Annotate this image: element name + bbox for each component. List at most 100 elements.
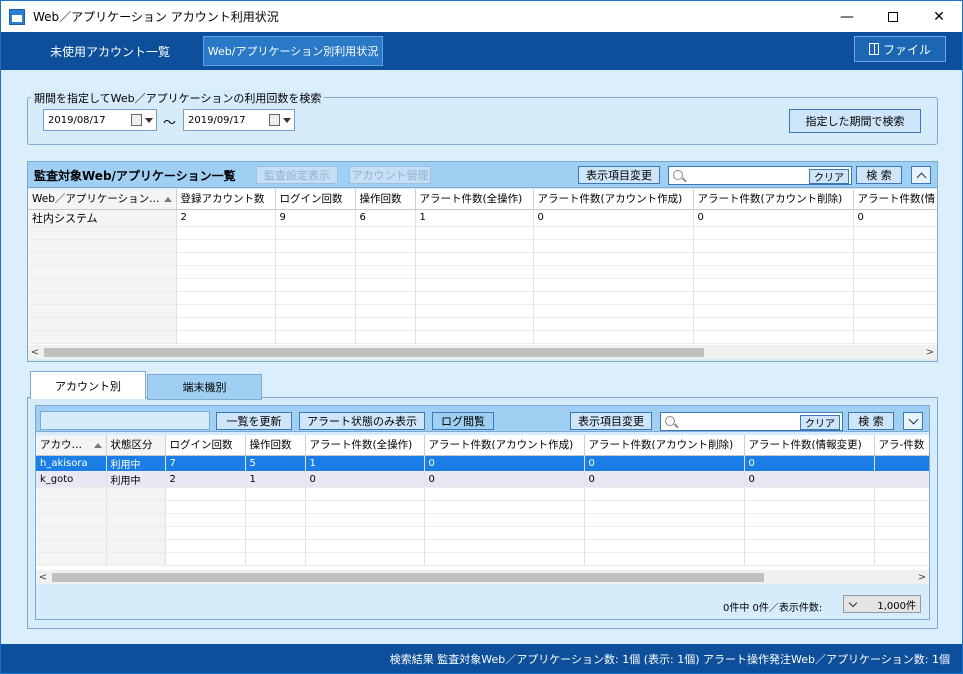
empty-row <box>28 278 937 292</box>
file-button-label: ファイル <box>882 42 931 57</box>
search-icon <box>665 416 675 426</box>
table-cell: 0 <box>853 209 937 227</box>
close-button[interactable]: ✕ <box>916 1 962 32</box>
period-legend: 期間を指定してWeb／アプリケーションの利用回数を検索 <box>31 90 325 106</box>
dropdown-arrow-icon[interactable] <box>145 118 153 123</box>
column-header[interactable]: 操作回数 <box>355 189 416 210</box>
table-cell: 6 <box>355 209 416 227</box>
dropdown-arrow-icon[interactable] <box>283 118 291 123</box>
column-header[interactable]: アラート件数(アカウント作成) <box>424 435 585 456</box>
alert-only-button[interactable]: アラート状態のみ表示 <box>299 412 425 430</box>
account-management-button[interactable]: アカウント管理 <box>349 166 431 184</box>
column-header[interactable]: アラート件数(アカウント作成) <box>533 189 694 210</box>
column-header[interactable]: アラ-件数 <box>874 435 929 456</box>
column-settings-button[interactable]: 表示項目変更 <box>570 412 652 430</box>
account-filter-input[interactable] <box>40 411 210 430</box>
tab-unused-accounts[interactable]: 未使用アカウント一覧 <box>35 36 185 66</box>
close-icon: ✕ <box>933 8 945 25</box>
period-search-button[interactable]: 指定した期間で検索 <box>789 109 921 133</box>
maximize-icon <box>888 11 898 22</box>
table-cell: 2 <box>176 209 276 227</box>
table-cell: 0 <box>584 471 745 488</box>
column-header[interactable]: Web／アプリケーション… <box>28 189 177 210</box>
account-grid-body: アカウ… 状態区分 ログイン回数 操作回数 アラート件数(全操作) アラート件数… <box>36 435 929 570</box>
chevron-up-icon <box>916 172 926 182</box>
maximize-button[interactable] <box>870 1 916 32</box>
window-title: Web／アプリケーション アカウント利用状況 <box>33 10 279 24</box>
table-cell: 0 <box>424 455 585 472</box>
table-row[interactable]: 社内システム 2 9 6 1 0 0 0 <box>28 209 937 227</box>
empty-row <box>28 330 937 344</box>
file-menu-button[interactable]: ファイル <box>854 36 946 62</box>
column-header[interactable]: 操作回数 <box>245 435 306 456</box>
column-header[interactable]: アラート件数(情 <box>853 189 937 210</box>
refresh-list-button[interactable]: 一覧を更新 <box>216 412 292 430</box>
scrollbar-thumb[interactable] <box>52 573 764 582</box>
log-view-button[interactable]: ログ閲覧 <box>432 412 494 430</box>
account-search-input[interactable]: クリア <box>660 412 843 431</box>
scroll-right-icon[interactable]: > <box>915 570 929 584</box>
table-cell: 0 <box>533 209 694 227</box>
table-cell: k_goto <box>36 471 107 488</box>
date-to-value: 2019/09/17 <box>188 114 246 126</box>
tab-by-terminal[interactable]: 端末機別 <box>147 374 262 400</box>
tab-app-usage[interactable]: Web/アプリケーション別利用状況 <box>203 36 383 66</box>
table-cell: 社内システム <box>28 209 177 227</box>
table-cell: 7 <box>165 455 246 472</box>
empty-row <box>28 291 937 305</box>
account-grid-hscrollbar[interactable]: < > <box>36 570 929 584</box>
calendar-icon[interactable] <box>269 114 280 126</box>
empty-row <box>36 552 929 566</box>
table-cell: 0 <box>305 471 425 488</box>
column-header[interactable]: ログイン回数 <box>275 189 356 210</box>
audit-settings-button[interactable]: 監査設定表示 <box>256 166 338 184</box>
column-header[interactable]: アラート件数(アカウント削除) <box>693 189 854 210</box>
clear-button[interactable]: クリア <box>809 169 849 184</box>
column-header[interactable]: アラート件数(全操作) <box>305 435 425 456</box>
table-cell: 0 <box>744 455 875 472</box>
calendar-icon[interactable] <box>131 114 142 126</box>
empty-row <box>28 317 937 331</box>
sort-asc-icon <box>163 197 172 203</box>
per-page-select[interactable]: 1,000件 <box>843 595 921 613</box>
table-cell: 5 <box>245 455 306 472</box>
app-grid-body: Web／アプリケーション… 登録アカウント数 ログイン回数 操作回数 アラート件… <box>28 189 937 345</box>
table-cell: 利用中 <box>106 471 166 488</box>
column-header[interactable]: アラート件数(情報変更) <box>744 435 875 456</box>
scroll-left-icon[interactable]: < <box>36 570 50 584</box>
date-to-field[interactable]: 2019/09/17 <box>183 109 295 131</box>
search-button[interactable]: 検 索 <box>856 166 902 184</box>
chevron-down-icon <box>848 598 858 608</box>
column-settings-button[interactable]: 表示項目変更 <box>578 166 660 184</box>
empty-row <box>28 252 937 266</box>
table-cell <box>874 471 929 488</box>
scrollbar-thumb[interactable] <box>44 348 704 357</box>
table-row[interactable]: h_akisora 利用中 7 5 1 0 0 0 <box>36 455 929 472</box>
clear-button[interactable]: クリア <box>800 415 840 430</box>
date-from-field[interactable]: 2019/08/17 <box>43 109 157 131</box>
app-search-input[interactable]: クリア <box>668 166 852 185</box>
per-page-value: 1,000件 <box>877 600 916 612</box>
column-header[interactable]: アラート件数(全操作) <box>415 189 534 210</box>
column-header[interactable]: ログイン回数 <box>165 435 246 456</box>
app-grid: Web／アプリケーション… 登録アカウント数 ログイン回数 操作回数 アラート件… <box>28 189 937 344</box>
column-header[interactable]: アカウ… <box>36 435 107 456</box>
column-header[interactable]: アラート件数(アカウント削除) <box>584 435 745 456</box>
table-cell: 1 <box>305 455 425 472</box>
table-cell: 1 <box>245 471 306 488</box>
tab-by-account[interactable]: アカウント別 <box>30 371 146 399</box>
sort-asc-icon <box>93 443 102 449</box>
scroll-right-icon[interactable]: > <box>923 345 937 359</box>
table-cell: 利用中 <box>106 455 166 472</box>
app-grid-hscrollbar[interactable]: < > <box>28 345 937 359</box>
scroll-left-icon[interactable]: < <box>28 345 42 359</box>
table-row[interactable]: k_goto 利用中 2 1 0 0 0 0 <box>36 471 929 488</box>
table-cell: 0 <box>693 209 854 227</box>
column-header[interactable]: 登録アカウント数 <box>176 189 276 210</box>
expand-button[interactable] <box>903 412 923 430</box>
search-button[interactable]: 検 索 <box>848 412 894 430</box>
table-cell: 0 <box>744 471 875 488</box>
collapse-button[interactable] <box>911 166 931 184</box>
column-header[interactable]: 状態区分 <box>106 435 166 456</box>
minimize-button[interactable]: — <box>824 1 870 32</box>
